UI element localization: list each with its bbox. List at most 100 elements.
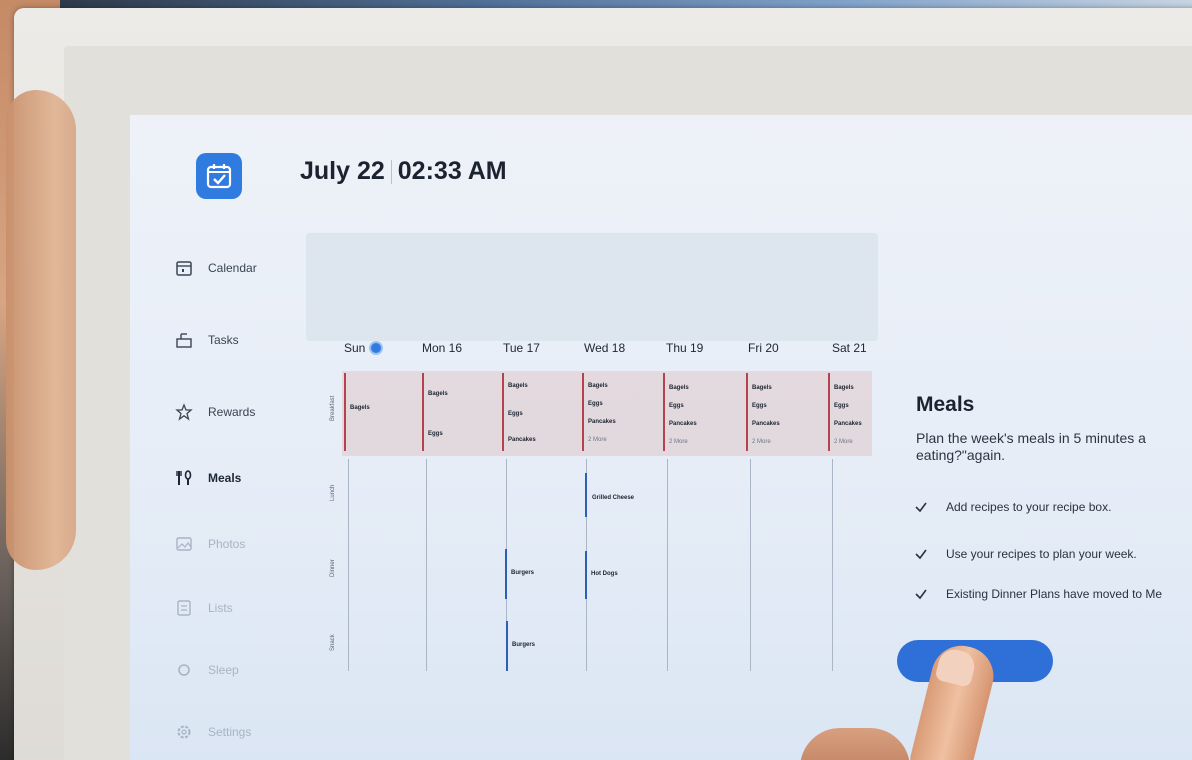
day-label: Fri 20	[748, 341, 779, 355]
sleep-icon	[174, 660, 194, 680]
sidebar-item-sleep[interactable]: Sleep	[174, 655, 239, 685]
column-divider	[832, 459, 833, 671]
sidebar-item-label: Calendar	[208, 261, 257, 275]
meal-item[interactable]: Eggs	[588, 401, 603, 407]
day-header-sun[interactable]: Sun	[344, 341, 384, 355]
breakfast-marker	[422, 373, 424, 451]
checklist-item: Use your recipes to plan your week.	[914, 547, 1137, 561]
checklist-text: Add recipes to your recipe box.	[946, 500, 1112, 514]
meal-item[interactable]: Eggs	[834, 403, 849, 409]
meal-item[interactable]: Bagels	[834, 385, 854, 391]
row-label-lunch: Lunch	[330, 484, 336, 501]
meal-item[interactable]: Eggs	[428, 431, 443, 437]
sidebar-item-label: Sleep	[208, 663, 239, 677]
column-divider	[750, 459, 751, 671]
sidebar-item-label: Photos	[208, 537, 246, 551]
meal-item[interactable]: Bagels	[669, 385, 689, 391]
sidebar-item-label: Settings	[208, 725, 252, 739]
day-label: Wed 18	[584, 341, 626, 355]
snack-marker	[506, 621, 508, 671]
breakfast-marker	[746, 373, 748, 451]
meals-icon	[174, 468, 194, 488]
day-header-wed[interactable]: Wed 18	[584, 341, 625, 355]
sidebar-item-calendar[interactable]: Calendar	[174, 253, 257, 283]
checklist-item: Existing Dinner Plans have moved to Me	[914, 587, 1162, 601]
day-label: Thu 19	[666, 341, 704, 355]
page-title: July 22 02:33 AM	[300, 157, 507, 186]
meal-calendar: Sun Mon 16 Tue 17 Wed 18 Thu 19 Fri 20 S…	[330, 341, 875, 681]
dinner-marker	[505, 549, 507, 599]
sidebar-item-label: Rewards	[208, 405, 256, 419]
sidebar-item-photos[interactable]: Photos	[174, 529, 245, 559]
header-time: 02:33 AM	[397, 157, 507, 185]
day-header-tue[interactable]: Tue 17	[503, 341, 540, 355]
lists-icon	[174, 598, 194, 618]
app-screen: July 22 02:33 AM Calendar Tasks Rewards	[130, 115, 1192, 760]
sidebar-item-rewards[interactable]: Rewards	[174, 397, 255, 427]
meal-item[interactable]: Hot Dogs	[591, 571, 618, 577]
meal-item[interactable]: Pancakes	[588, 419, 616, 425]
panel-title: Meals	[916, 393, 975, 416]
meal-item[interactable]: Eggs	[752, 403, 767, 409]
breakfast-marker	[582, 373, 584, 451]
meal-item[interactable]: Pancakes	[752, 421, 780, 427]
photos-icon	[174, 534, 194, 554]
meal-item[interactable]: Bagels	[588, 383, 608, 389]
day-header-mon[interactable]: Mon 16	[422, 341, 462, 355]
row-label-dinner: Dinner	[330, 559, 336, 577]
meal-item[interactable]: Bagels	[428, 391, 448, 397]
header-date: July 22	[300, 157, 385, 185]
breakfast-marker	[663, 373, 665, 451]
sidebar-item-settings[interactable]: Settings	[174, 717, 251, 747]
sidebar-item-tasks[interactable]: Tasks	[174, 325, 239, 355]
sidebar-item-meals[interactable]: Meals	[174, 463, 241, 493]
meal-item[interactable]: Pancakes	[834, 421, 862, 427]
column-divider	[426, 459, 427, 671]
tasks-icon	[174, 330, 194, 350]
meal-item[interactable]: Burgers	[511, 570, 534, 576]
meal-item[interactable]: Grilled Cheese	[592, 495, 634, 501]
checkmark-icon	[914, 547, 928, 561]
day-label: Mon 16	[422, 341, 463, 355]
breakfast-marker	[502, 373, 504, 451]
day-label: Sat 21	[832, 341, 867, 355]
meal-item[interactable]: Bagels	[350, 405, 370, 411]
day-header-fri[interactable]: Fri 20	[748, 341, 779, 355]
day-header-thu[interactable]: Thu 19	[666, 341, 703, 355]
row-label-breakfast: Breakfast	[330, 395, 336, 421]
today-indicator	[369, 341, 384, 355]
sidebar-item-label: Tasks	[208, 333, 239, 347]
checkmark-icon	[914, 587, 928, 601]
row-label-snack: Snack	[330, 634, 336, 651]
panel-description: Plan the week's meals in 5 minutes a eat…	[916, 430, 1146, 463]
rewards-icon	[174, 402, 194, 422]
meal-item[interactable]: Eggs	[669, 403, 684, 409]
more-link[interactable]: 2 More	[834, 439, 853, 445]
day-label: Sun	[344, 341, 366, 355]
more-link[interactable]: 2 More	[588, 437, 607, 443]
calendar-check-icon	[206, 164, 232, 189]
meal-item[interactable]: Bagels	[752, 385, 772, 391]
dinner-marker	[585, 551, 587, 599]
sidebar-item-lists[interactable]: Lists	[174, 593, 233, 623]
meal-item[interactable]: Pancakes	[508, 437, 536, 443]
lunch-marker	[585, 473, 587, 517]
checklist-item: Add recipes to your recipe box.	[914, 500, 1111, 514]
meal-item[interactable]: Bagels	[508, 383, 528, 389]
calendar-icon	[174, 258, 194, 278]
checklist-text: Use your recipes to plan your week.	[946, 547, 1137, 561]
meal-item[interactable]: Eggs	[508, 411, 523, 417]
sidebar-item-label: Meals	[208, 471, 242, 485]
more-link[interactable]: 2 More	[669, 439, 688, 445]
app-logo	[196, 153, 242, 199]
sidebar-item-label: Lists	[208, 601, 233, 615]
breakfast-marker	[344, 373, 346, 451]
settings-icon	[174, 722, 194, 742]
checklist-text: Existing Dinner Plans have moved to Me	[946, 587, 1163, 601]
hand-thumb	[6, 90, 76, 570]
day-header-sat[interactable]: Sat 21	[832, 341, 867, 355]
more-link[interactable]: 2 More	[752, 439, 771, 445]
checkmark-icon	[914, 500, 928, 514]
meal-item[interactable]: Burgers	[512, 642, 535, 648]
meal-item[interactable]: Pancakes	[669, 421, 697, 427]
